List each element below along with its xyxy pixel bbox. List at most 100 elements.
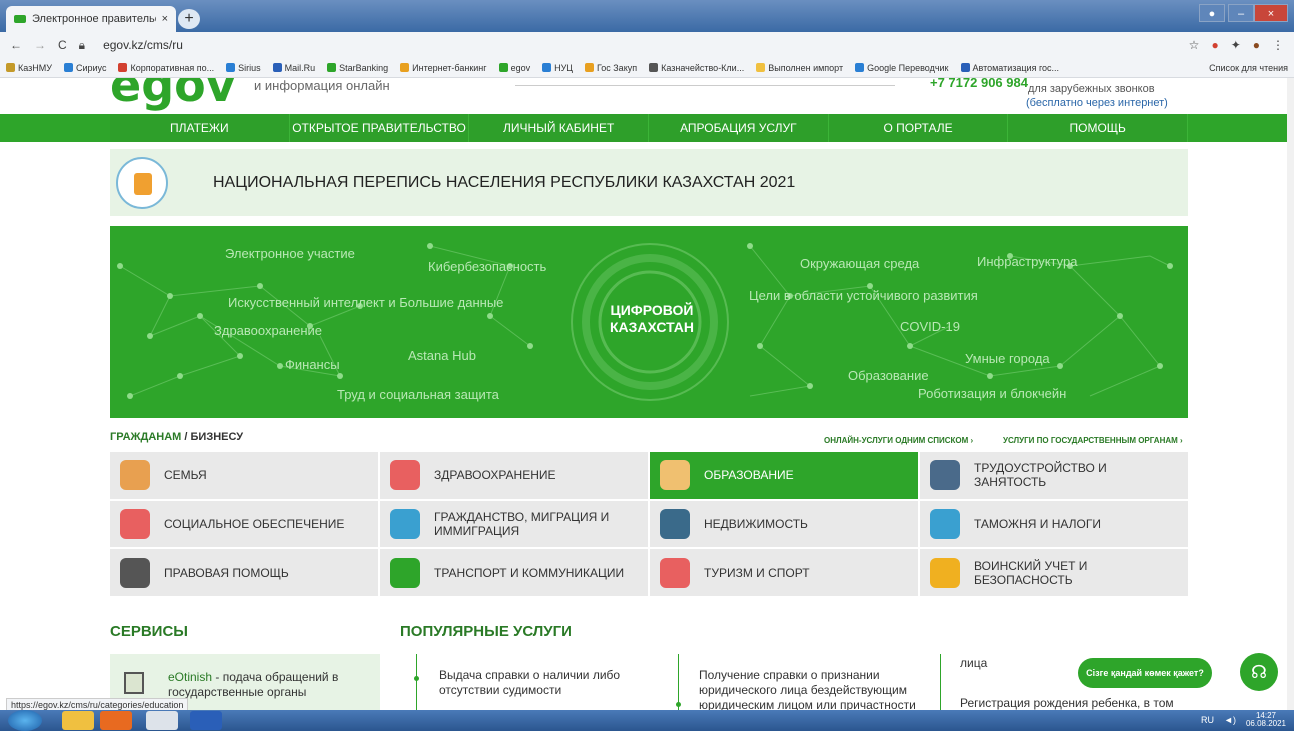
category-tile[interactable]: НЕДВИЖИМОСТЬ: [650, 500, 918, 548]
chrome-icon[interactable]: [146, 711, 178, 730]
bookmark-label: Автоматизация гос...: [972, 62, 1060, 73]
nav-item[interactable]: АПРОБАЦИЯ УСЛУГ: [649, 114, 829, 142]
url-field[interactable]: egov.kz/cms/ru: [103, 38, 183, 52]
avatar[interactable]: ●: [1253, 38, 1260, 52]
bookmark-label: Sirius: [238, 62, 261, 73]
puzzle-icon[interactable]: ✦: [1231, 38, 1241, 52]
bookmark-item[interactable]: НУЦ: [542, 63, 573, 73]
nav-item[interactable]: ПОМОЩЬ: [1008, 114, 1189, 142]
egov-logo[interactable]: egov: [110, 78, 236, 112]
search-input[interactable]: [515, 78, 895, 86]
bookmark-star-icon[interactable]: ☆: [1189, 38, 1200, 52]
close-window-button[interactable]: ×: [1254, 4, 1288, 22]
category-label: СОЦИАЛЬНОЕ ОБЕСПЕЧЕНИЕ: [164, 516, 345, 531]
topic-label[interactable]: Здравоохранение: [214, 323, 322, 338]
nav-item[interactable]: ОТКРЫТОЕ ПРАВИТЕЛЬСТВО: [290, 114, 470, 142]
topic-label[interactable]: Окружающая среда: [800, 256, 919, 271]
forward-button[interactable]: →: [34, 38, 46, 52]
firefox-icon[interactable]: [100, 711, 132, 730]
topic-label[interactable]: Умные города: [965, 351, 1050, 366]
bookmark-item[interactable]: egov: [498, 63, 530, 73]
bookmark-label: Mail.Ru: [284, 62, 316, 73]
service-card-text: eOtinish - подача обращений в государств…: [168, 670, 380, 700]
topic-label[interactable]: Труд и социальная защита: [337, 387, 499, 402]
tab-close-icon[interactable]: ×: [162, 13, 168, 25]
bookmark-item[interactable]: StarBanking: [327, 63, 388, 73]
profile-icon[interactable]: ●: [1199, 4, 1225, 22]
popular-service-item[interactable]: лица: [960, 656, 987, 671]
bookmarks-bar: КазНМУ Сириус Корпоративная по... Sirius Mai…: [0, 58, 1294, 78]
topic-label[interactable]: Кибербезопасность: [428, 259, 546, 274]
bookmark-item[interactable]: Гос Закуп: [584, 63, 637, 73]
topic-label[interactable]: Цели в области устойчивого развития: [749, 288, 978, 303]
category-tile[interactable]: ГРАЖДАНСТВО, МИГРАЦИЯ И ИММИГРАЦИЯ: [380, 500, 648, 548]
nav-item[interactable]: ЛИЧНЫЙ КАБИНЕТ: [469, 114, 650, 142]
business-tab[interactable]: БИЗНЕСУ: [191, 431, 244, 443]
topic-label[interactable]: Astana Hub: [408, 348, 476, 363]
citizens-tab[interactable]: ГРАЖДАНАМ: [110, 431, 181, 443]
start-button[interactable]: [8, 710, 42, 731]
bookmark-item[interactable]: Интернет-банкинг: [400, 63, 487, 73]
topic-label[interactable]: Финансы: [285, 357, 340, 372]
topic-label[interactable]: Роботизация и блокчейн: [918, 386, 1066, 401]
browser-tabbar: Электронное правительство Ре × + ● – ×: [0, 0, 1294, 32]
address-bar: ← → C 🔒︎ egov.kz/cms/ru ☆ ● ✦ ● ⋮: [0, 32, 1294, 58]
online-services-list-link[interactable]: ОНЛАЙН-УСЛУГИ ОДНИМ СПИСКОМ ›: [824, 436, 973, 445]
digital-kazakhstan-banner[interactable]: Электронное участие Кибербезопасность Ис…: [110, 226, 1188, 418]
page-scrollbar[interactable]: [1287, 78, 1294, 710]
bookmark-item[interactable]: Выполнен импорт: [756, 63, 843, 73]
phone-note-link[interactable]: (бесплатно через интернет): [1026, 97, 1168, 109]
word-icon[interactable]: [190, 711, 222, 730]
browser-tab[interactable]: Электронное правительство Ре ×: [6, 6, 176, 32]
minimize-button[interactable]: –: [1228, 4, 1254, 22]
category-tile[interactable]: СЕМЬЯ: [110, 452, 378, 499]
services-by-organ-link[interactable]: УСЛУГИ ПО ГОСУДАРСТВЕННЫМ ОРГАНАМ ›: [1003, 436, 1183, 445]
topic-label[interactable]: Инфраструктура: [977, 254, 1077, 269]
category-tile[interactable]: ТРУДОУСТРОЙСТВО И ЗАНЯТОСТЬ: [920, 452, 1188, 499]
reading-list-button[interactable]: Список для чтения: [1209, 63, 1288, 73]
bookmark-item[interactable]: Google Переводчик: [855, 63, 949, 73]
popular-service-item[interactable]: Выдача справки о наличии либо отсутствии…: [439, 668, 639, 698]
bookmark-item[interactable]: Автоматизация гос...: [960, 62, 1060, 73]
page-content: egov и информация онлайн +7 7172 906 984…: [0, 78, 1294, 710]
bookmark-favicon-icon: [327, 63, 337, 72]
category-tile[interactable]: ТУРИЗМ И СПОРТ: [650, 549, 918, 596]
nav-item[interactable]: ПЛАТЕЖИ: [110, 114, 290, 142]
category-tile[interactable]: ТРАНСПОРТ И КОММУНИКАЦИИ: [380, 549, 648, 596]
reload-button[interactable]: C: [58, 38, 67, 52]
bookmark-item[interactable]: Sirius: [226, 63, 261, 73]
bookmark-item[interactable]: Корпоративная по...: [118, 63, 214, 73]
category-label: ТУРИЗМ И СПОРТ: [704, 565, 810, 580]
chat-prompt[interactable]: Сізге қандай көмек қажет?: [1078, 658, 1212, 688]
topic-label[interactable]: Электронное участие: [225, 246, 355, 261]
banner-title: ЦИФРОВОЙ КАЗАХСТАН: [602, 302, 702, 336]
back-button[interactable]: ←: [10, 38, 22, 52]
popular-service-item[interactable]: Получение справки о признании юридическо…: [699, 668, 929, 710]
menu-icon[interactable]: ⋮: [1272, 38, 1284, 52]
category-tile[interactable]: ПРАВОВАЯ ПОМОЩЬ: [110, 549, 378, 596]
volume-icon[interactable]: ◄): [1224, 715, 1236, 725]
bookmark-item[interactable]: Казначейство-Кли...: [649, 63, 744, 73]
census-banner[interactable]: НАЦИОНАЛЬНАЯ ПЕРЕПИСЬ НАСЕЛЕНИЯ РЕСПУБЛИ…: [110, 149, 1188, 216]
topic-label[interactable]: Образование: [848, 368, 929, 383]
category-tile[interactable]: СОЦИАЛЬНОЕ ОБЕСПЕЧЕНИЕ: [110, 500, 378, 548]
category-tile[interactable]: ВОИНСКИЙ УЧЕТ И БЕЗОПАСНОСТЬ: [920, 549, 1188, 596]
category-tile[interactable]: ТАМОЖНЯ И НАЛОГИ: [920, 500, 1188, 548]
new-tab-button[interactable]: +: [178, 9, 200, 29]
realty-icon: [660, 508, 690, 539]
bookmark-item[interactable]: КазНМУ: [6, 63, 52, 73]
popular-service-item[interactable]: Регистрация рождения ребенка, в том: [960, 696, 1180, 710]
topic-label[interactable]: Искусственный интеллект и Большие данные: [228, 295, 503, 310]
category-tile[interactable]: ЗДРАВООХРАНЕНИЕ: [380, 452, 648, 499]
explorer-icon[interactable]: [62, 711, 94, 730]
language-indicator[interactable]: RU: [1201, 715, 1214, 725]
clock[interactable]: 14:27 06.08.2021: [1246, 712, 1286, 728]
category-tile[interactable]: ОБРАЗОВАНИЕ: [650, 452, 918, 499]
topic-label[interactable]: COVID-19: [900, 319, 960, 334]
nav-item[interactable]: О ПОРТАЛЕ: [829, 114, 1009, 142]
bookmark-item[interactable]: Сириус: [64, 63, 106, 73]
timeline-dot: [414, 676, 419, 681]
bookmark-item[interactable]: Mail.Ru: [272, 62, 316, 73]
headset-icon[interactable]: ☊: [1240, 653, 1278, 691]
extension-icon[interactable]: ●: [1211, 38, 1218, 52]
